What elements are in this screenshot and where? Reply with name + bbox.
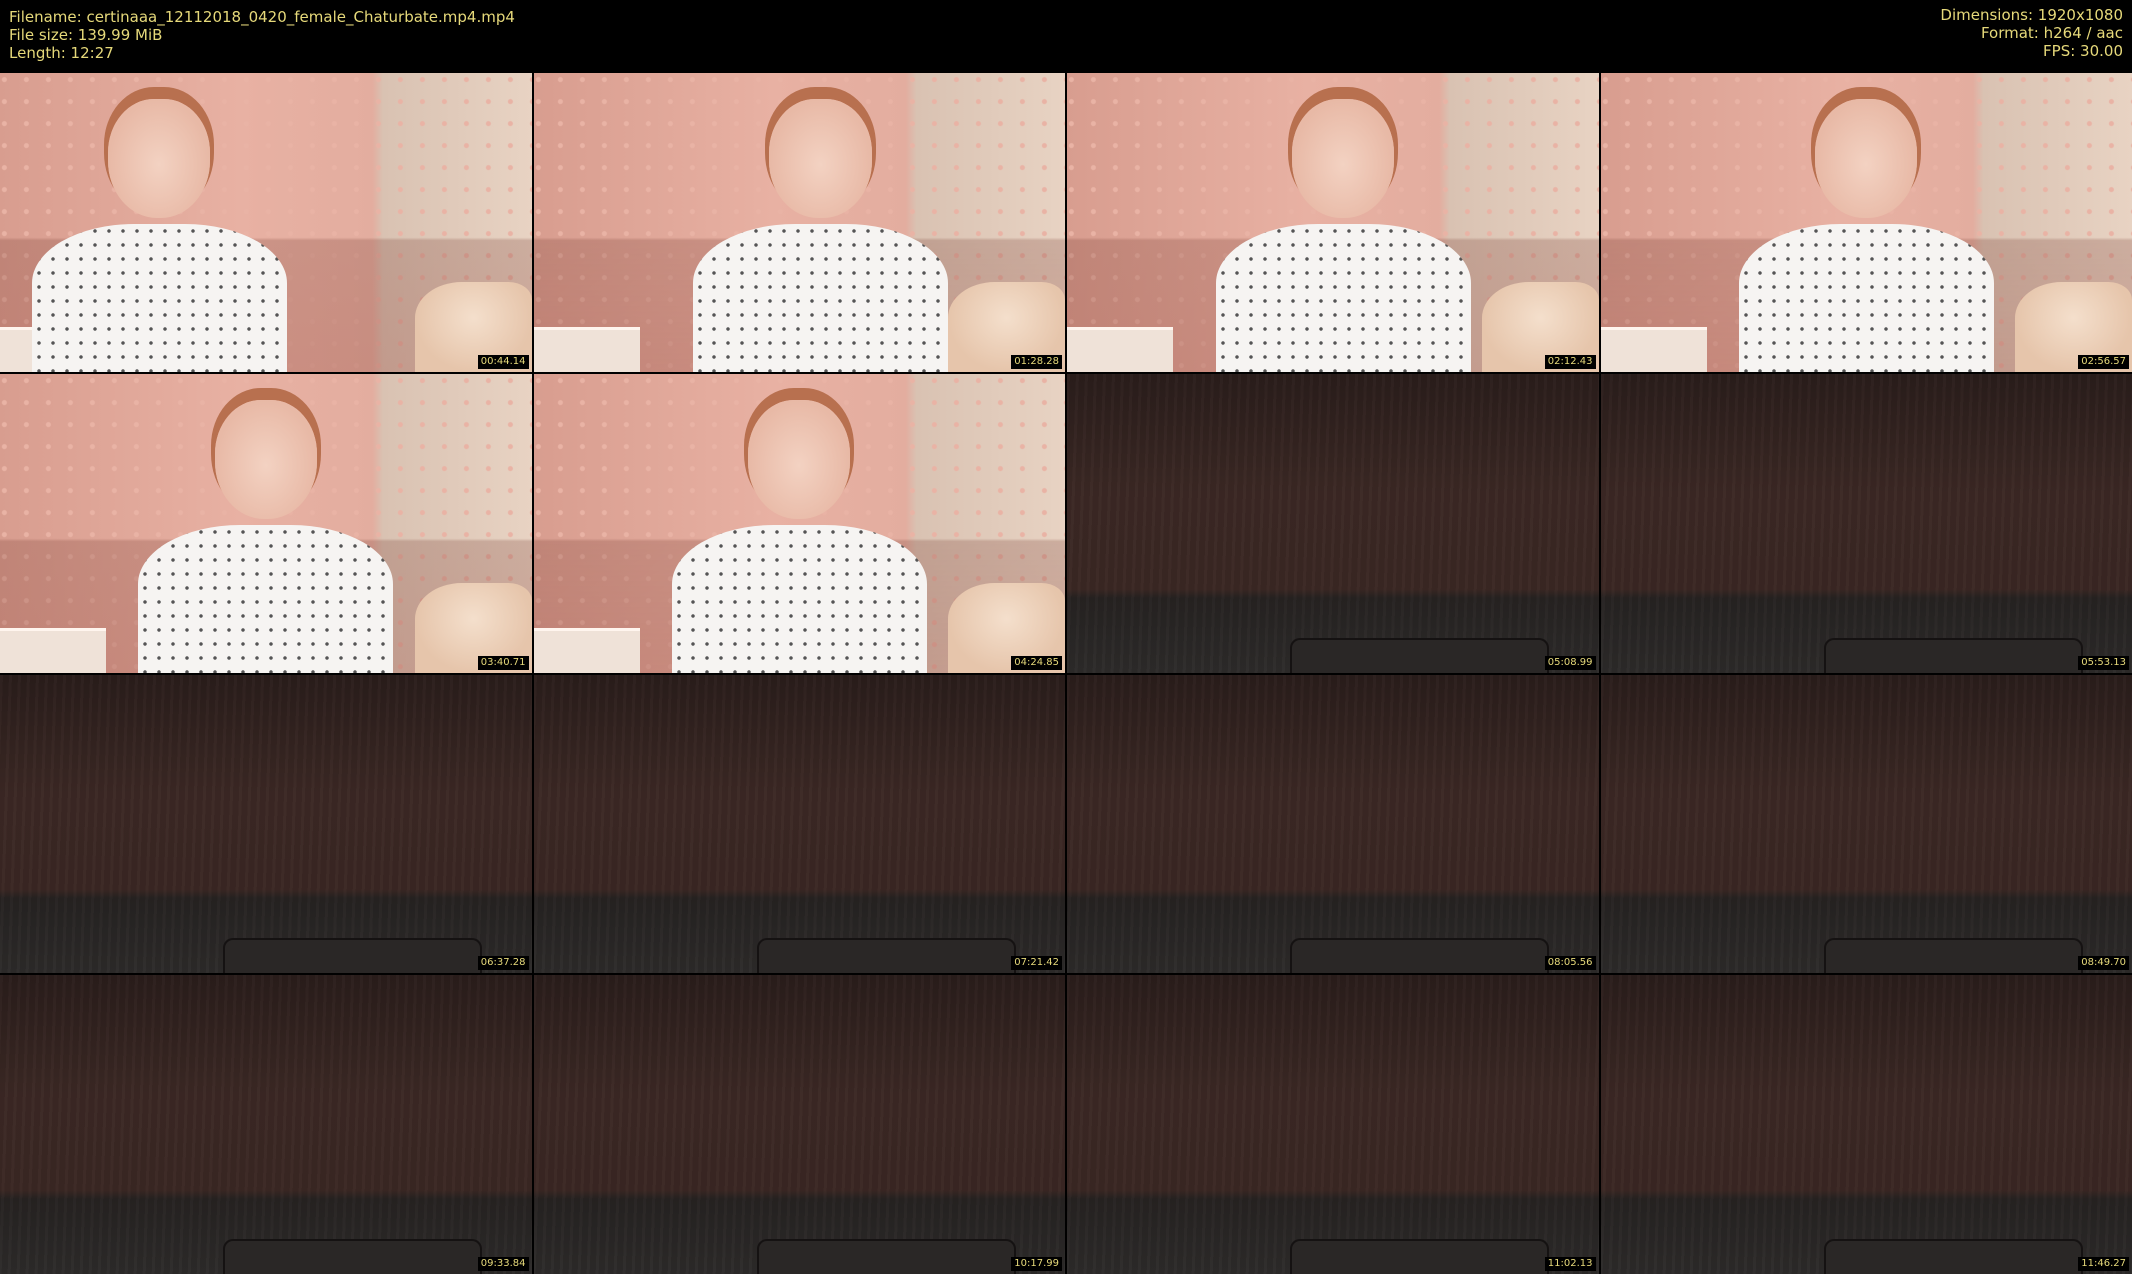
thumbnail-frame: 00:44.14 xyxy=(0,73,532,372)
dark-frame-shape xyxy=(1290,637,1550,673)
timestamp-label: 08:49.70 xyxy=(2078,956,2129,971)
timestamp-label: 11:46.27 xyxy=(2078,1257,2129,1271)
thumbnail-frame: 05:53.13 xyxy=(1600,373,2132,673)
timestamp-label: 08:05.56 xyxy=(1544,956,1596,971)
thumbnail-frame: 01:28.28 xyxy=(533,73,1065,372)
room-shelf xyxy=(1600,326,1707,372)
person-head xyxy=(214,400,317,520)
timestamp-label: 05:53.13 xyxy=(2078,655,2129,670)
room-shelf xyxy=(533,326,640,372)
thumbnail-frame: 02:56.57 xyxy=(1600,73,2132,372)
thumbnail-frame: 02:12.43 xyxy=(1067,73,1599,372)
person-shirt xyxy=(138,524,394,673)
thumbnail-frame: 11:02.13 xyxy=(1067,975,1599,1274)
person-figure xyxy=(31,88,287,372)
dark-frame-shape xyxy=(1290,938,1550,974)
thumbnail-frame: 08:05.56 xyxy=(1067,674,1599,974)
timestamp-label: 07:21.42 xyxy=(1011,956,1062,971)
person-head xyxy=(1292,99,1395,219)
fps-text: FPS: 30.00 xyxy=(2043,42,2123,60)
stream-info: Dimensions: 1920x1080 Format: h264 / aac… xyxy=(1940,6,2123,60)
person-figure xyxy=(692,88,949,372)
thumbnail-frame: 11:46.27 xyxy=(1600,975,2132,1274)
info-header: Filename: certinaaa_12112018_0420_female… xyxy=(0,0,2132,73)
dark-frame-shape xyxy=(1823,938,2083,974)
timestamp-label: 04:24.85 xyxy=(1011,655,1062,670)
timestamp-label: 09:33.84 xyxy=(477,1257,529,1271)
dark-frame-shape xyxy=(223,1239,483,1274)
filename-text: Filename: certinaaa_12112018_0420_female… xyxy=(9,8,515,26)
timestamp-label: 00:44.14 xyxy=(477,354,529,369)
file-info: Filename: certinaaa_12112018_0420_female… xyxy=(9,8,515,62)
timestamp-label: 02:12.43 xyxy=(1544,354,1596,369)
dark-frame-shape xyxy=(1823,637,2083,673)
dark-frame-shape xyxy=(756,1239,1016,1274)
format-text: Format: h264 / aac xyxy=(1980,24,2123,42)
filesize-text: File size: 139.99 MiB xyxy=(9,26,163,44)
person-shirt xyxy=(1215,224,1471,372)
dark-frame-shape xyxy=(756,938,1016,974)
person-shirt xyxy=(1738,224,1994,372)
person-head xyxy=(1815,99,1918,219)
timestamp-label: 02:56.57 xyxy=(2078,354,2129,369)
thumbnail-frame: 05:08.99 xyxy=(1067,373,1599,673)
timestamp-label: 03:40.71 xyxy=(477,655,529,670)
person-figure xyxy=(1215,88,1471,372)
person-figure xyxy=(138,389,394,673)
person-figure xyxy=(1738,88,1994,372)
room-shelf xyxy=(1067,326,1174,372)
thumbnail-frame: 06:37.28 xyxy=(0,674,532,974)
person-head xyxy=(748,400,851,520)
thumbnail-grid: 00:44.14 01:28.28 02:12.43 02:56.57 03:40.71… xyxy=(0,73,2132,1274)
thumbnail-frame: 03:40.71 xyxy=(0,373,532,673)
dark-frame-shape xyxy=(223,938,483,974)
room-shelf xyxy=(533,627,640,673)
timestamp-label: 06:37.28 xyxy=(477,956,529,971)
thumbnail-frame: 09:33.84 xyxy=(0,975,532,1274)
thumbnail-frame: 07:21.42 xyxy=(533,674,1065,974)
dark-frame-shape xyxy=(1290,1239,1550,1274)
person-shirt xyxy=(31,224,287,372)
room-shelf xyxy=(0,627,107,673)
thumbnail-frame: 08:49.70 xyxy=(1600,674,2132,974)
person-head xyxy=(769,99,872,219)
length-text: Length: 12:27 xyxy=(9,44,114,62)
person-shirt xyxy=(671,524,927,673)
timestamp-label: 01:28.28 xyxy=(1011,354,1062,369)
dark-frame-shape xyxy=(1823,1239,2083,1274)
thumbnail-frame: 04:24.85 xyxy=(533,373,1065,673)
dimensions-text: Dimensions: 1920x1080 xyxy=(1940,6,2123,24)
timestamp-label: 05:08.99 xyxy=(1544,655,1596,670)
person-head xyxy=(108,99,211,219)
person-shirt xyxy=(692,224,949,372)
timestamp-label: 10:17.99 xyxy=(1011,1257,1062,1271)
timestamp-label: 11:02.13 xyxy=(1544,1257,1596,1271)
person-figure xyxy=(671,389,927,673)
thumbnail-frame: 10:17.99 xyxy=(533,975,1065,1274)
